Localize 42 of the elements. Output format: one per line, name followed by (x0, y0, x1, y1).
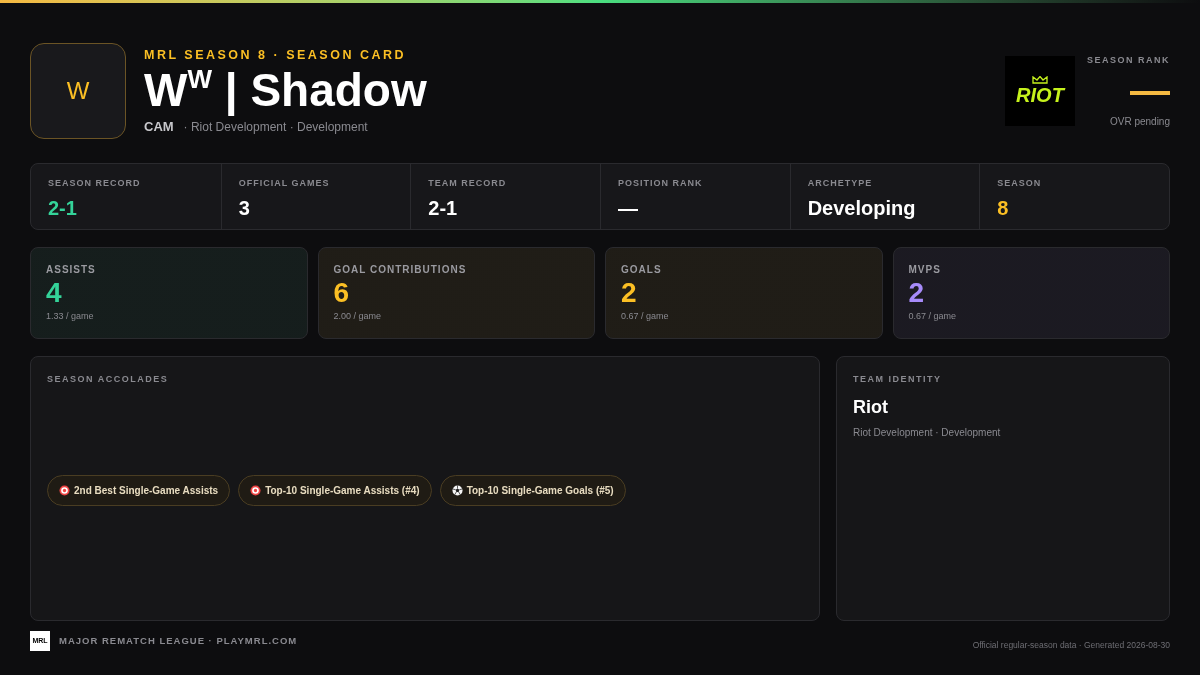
stat-label: ASSISTS (46, 263, 97, 277)
panel-title: TEAM IDENTITY (853, 373, 943, 386)
per-game-label: 1.33 / game (46, 310, 95, 323)
rank-label: SEASON RANK (1087, 54, 1170, 67)
stat-label: MVPS (908, 263, 942, 277)
logo-text: RIOT (1016, 84, 1064, 106)
team-line: · Riot Development · Development (183, 118, 368, 136)
summary-label: OFFICIAL GAMES (238, 177, 331, 190)
card-eyebrow: MRL SEASON 8 · SEASON CARD (144, 47, 407, 64)
summary-value: 2-1 (48, 195, 78, 221)
per-game-label: 2.00 / game (333, 310, 383, 323)
summary-value: 2-1 (428, 195, 459, 221)
stat-value: 6 (333, 277, 351, 309)
panel-title: SEASON ACCOLADES (47, 373, 170, 386)
summary-label: TEAM RECORD (428, 177, 508, 190)
stat-label: GOALS (621, 263, 663, 277)
stat-value: 2 (621, 277, 638, 309)
accolade-label: Top-10 Single-Game Assists (#4) (265, 483, 420, 498)
per-game-label: 0.67 / game (621, 310, 670, 323)
summary-value: — (618, 195, 639, 221)
summary-value: 8 (997, 195, 1010, 221)
summary-value: Developing (807, 195, 917, 221)
summary-label: ARCHETYPE (807, 177, 874, 190)
league-name: MAJOR REMATCH LEAGUE · PLAYMRL.COM (59, 634, 298, 649)
rank-value: — (1130, 71, 1170, 108)
avatar: W (30, 43, 126, 139)
per-game-label: 0.67 / game (908, 310, 958, 323)
stat-value: 2 (908, 277, 926, 309)
team-subtitle: Riot Development · Development (853, 425, 1002, 440)
stat-value: 4 (46, 277, 63, 309)
player-name: W$^{W}$ | Shadow (144, 64, 427, 115)
stat-label: GOAL CONTRIBUTIONS (333, 263, 468, 277)
summary-label: POSITION RANK (618, 177, 704, 190)
position-label: CAM (144, 117, 174, 136)
accolade-label: Top-10 Single-Game Goals (#5) (466, 483, 614, 498)
accolade-label: 2nd Best Single-Game Assists (74, 483, 219, 498)
summary-label: SEASON (997, 177, 1043, 190)
team-name: Riot (853, 395, 889, 419)
rank-note: OVR pending (1109, 114, 1170, 129)
footer-note: Official regular-season data · Generated 2026-08-30 (972, 639, 1170, 652)
summary-label: SEASON RECORD (48, 177, 142, 190)
summary-value: 3 (238, 195, 251, 221)
